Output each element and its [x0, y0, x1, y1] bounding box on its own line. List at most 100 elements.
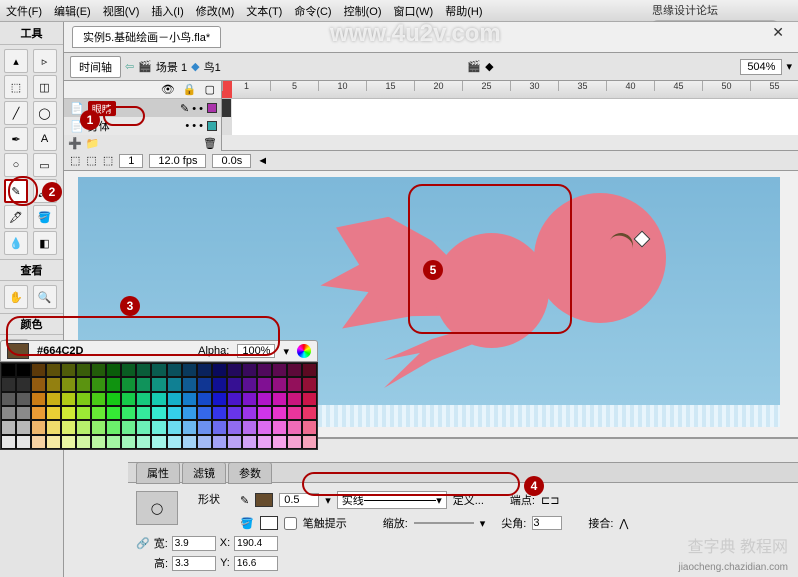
- join-select[interactable]: ⋀: [619, 517, 628, 530]
- scale-select[interactable]: [414, 522, 474, 524]
- tab-properties[interactable]: 属性: [136, 462, 180, 484]
- properties-panel: 属性 滤镜 参数 ◯ 形状 ✎ 0.5 ▾ 实线▾ 定义... 端点: ⊏⊐: [128, 462, 798, 577]
- menu-text[interactable]: 文本(T): [246, 3, 282, 19]
- color-swatch-grid[interactable]: [0, 362, 318, 450]
- bottom-watermark2: jiaocheng.chazidian.com: [678, 562, 788, 573]
- menu-file[interactable]: 文件(F): [6, 3, 42, 19]
- layers-panel: 👁 🔒 ▢ 📄 眼睛 ✎ • • 📄 身体 • • • ➕ 📁 🗑: [64, 81, 798, 151]
- menu-control[interactable]: 控制(O): [344, 3, 382, 19]
- stroke-color-swatch[interactable]: [255, 493, 273, 507]
- pen-tool[interactable]: ✒: [4, 127, 28, 151]
- callout-2: 2: [42, 182, 62, 202]
- color-hex: #664C2D: [37, 345, 83, 357]
- tab-filters[interactable]: 滤镜: [182, 462, 226, 484]
- dropdown-icon[interactable]: ▾: [325, 494, 331, 507]
- alpha-value[interactable]: 100%: [237, 344, 275, 358]
- onion-skin-icon[interactable]: ⬚: [70, 154, 80, 167]
- selection-tool[interactable]: ▴: [4, 49, 28, 73]
- layer-color-swatch[interactable]: [207, 121, 217, 131]
- shape-label: 形状: [198, 491, 220, 507]
- miter-input[interactable]: [532, 516, 562, 530]
- menu-commands[interactable]: 命令(C): [294, 3, 331, 19]
- scene-icon: 🎬: [138, 60, 152, 73]
- zoom-dropdown-icon[interactable]: ▾: [786, 60, 792, 73]
- lock-icon[interactable]: 🔒: [183, 83, 197, 96]
- delete-layer-icon[interactable]: 🗑: [203, 137, 217, 150]
- frame-row[interactable]: [222, 117, 798, 135]
- back-icon[interactable]: ⇦: [125, 60, 134, 73]
- frame-row[interactable]: [222, 99, 798, 117]
- free-transform-tool[interactable]: ⬚: [4, 75, 28, 99]
- bottom-watermark: 查字典 教程网: [688, 533, 788, 557]
- rectangle-tool[interactable]: ▭: [33, 153, 57, 177]
- paint-bucket-tool[interactable]: 🪣: [33, 205, 57, 229]
- lock-wh-icon[interactable]: 🔗: [136, 537, 150, 550]
- onion-skin-outline-icon[interactable]: ⬚: [86, 154, 96, 167]
- width-input[interactable]: [172, 536, 216, 551]
- text-tool[interactable]: A: [33, 127, 57, 151]
- alpha-label: Alpha:: [198, 345, 229, 357]
- new-layer-icon[interactable]: ➕: [68, 137, 82, 150]
- layer-color-swatch[interactable]: [207, 103, 217, 113]
- timeline-bar: 时间轴 ⇦ 🎬 场景 1 ◆ 鸟1 🎬 ◆ 504% ▾: [64, 53, 798, 81]
- custom-button[interactable]: 定义...: [453, 492, 484, 508]
- eyedropper-tool[interactable]: 💧: [4, 231, 28, 255]
- stroke-weight-input[interactable]: 0.5: [279, 493, 319, 507]
- lasso-tool[interactable]: ◯: [33, 101, 57, 125]
- new-folder-icon[interactable]: 📁: [86, 137, 100, 150]
- symbol-label[interactable]: 鸟1: [204, 59, 221, 75]
- zoom-tool[interactable]: 🔍: [33, 285, 57, 309]
- gradient-transform-tool[interactable]: ◫: [33, 75, 57, 99]
- symbol-icon: ◆: [191, 60, 199, 73]
- time-display: 0.0s: [212, 154, 251, 168]
- view-section: 查看: [0, 259, 63, 281]
- edit-symbol-icon[interactable]: ◆: [485, 60, 493, 73]
- close-icon[interactable]: ✕: [772, 24, 784, 41]
- edit-scene-icon[interactable]: 🎬: [467, 60, 481, 73]
- line-tool[interactable]: ╱: [4, 101, 28, 125]
- outline-icon[interactable]: ▢: [205, 83, 215, 96]
- hinting-checkbox[interactable]: [284, 517, 297, 530]
- menu-modify[interactable]: 修改(M): [196, 3, 235, 19]
- miter-label: 尖角:: [501, 515, 526, 531]
- y-input[interactable]: [234, 556, 278, 571]
- hand-tool[interactable]: ✋: [4, 285, 28, 309]
- oval-tool[interactable]: ○: [4, 153, 28, 177]
- dropdown-icon[interactable]: ▾: [283, 345, 289, 358]
- height-input[interactable]: [172, 556, 216, 571]
- x-input[interactable]: [234, 536, 278, 551]
- pencil-tool[interactable]: ✎: [4, 179, 28, 203]
- document-tab[interactable]: 实例5.基础绘画－小鸟.fla*: [72, 26, 221, 48]
- fps-display: 12.0 fps: [149, 154, 206, 168]
- menu-view[interactable]: 视图(V): [103, 3, 140, 19]
- timeline-ruler[interactable]: 1510152025303540455055: [222, 81, 798, 99]
- ink-bottle-tool[interactable]: 🖋: [4, 205, 28, 229]
- scale-label: 缩放:: [383, 515, 408, 531]
- zoom-level[interactable]: 504%: [740, 59, 782, 75]
- width-label: 宽:: [154, 535, 168, 551]
- color-swatches-panel: #664C2D Alpha: 100% ▾: [0, 340, 318, 450]
- callout-4: 4: [524, 476, 544, 496]
- subselection-tool[interactable]: ▹: [33, 49, 57, 73]
- current-color-swatch[interactable]: [7, 343, 29, 359]
- visibility-icon[interactable]: 👁: [161, 83, 175, 96]
- menu-window[interactable]: 窗口(W): [394, 3, 434, 19]
- pencil-icon: ✎: [240, 494, 249, 507]
- scene-label[interactable]: 场景 1: [156, 59, 187, 75]
- cap-select[interactable]: ⊏⊐: [541, 494, 559, 507]
- scrollbar-icon[interactable]: ◄: [257, 155, 268, 167]
- color-wheel-icon[interactable]: [297, 344, 311, 358]
- frame-status-bar: ⬚ ⬚ ⬚ 1 12.0 fps 0.0s ◄: [64, 151, 798, 171]
- menu-insert[interactable]: 插入(I): [151, 3, 183, 19]
- eraser-tool[interactable]: ◧: [33, 231, 57, 255]
- menu-help[interactable]: 帮助(H): [445, 3, 482, 19]
- fill-color-swatch[interactable]: [260, 516, 278, 530]
- stroke-style-select[interactable]: 实线▾: [337, 491, 447, 509]
- callout-5: 5: [423, 260, 443, 280]
- edit-multiple-icon[interactable]: ⬚: [103, 154, 113, 167]
- menu-edit[interactable]: 编辑(E): [54, 3, 91, 19]
- document-tabs: 实例5.基础绘画－小鸟.fla*: [64, 22, 798, 53]
- current-frame: 1: [119, 154, 143, 168]
- tab-params[interactable]: 参数: [228, 462, 272, 484]
- timeline-toggle[interactable]: 时间轴: [70, 56, 121, 78]
